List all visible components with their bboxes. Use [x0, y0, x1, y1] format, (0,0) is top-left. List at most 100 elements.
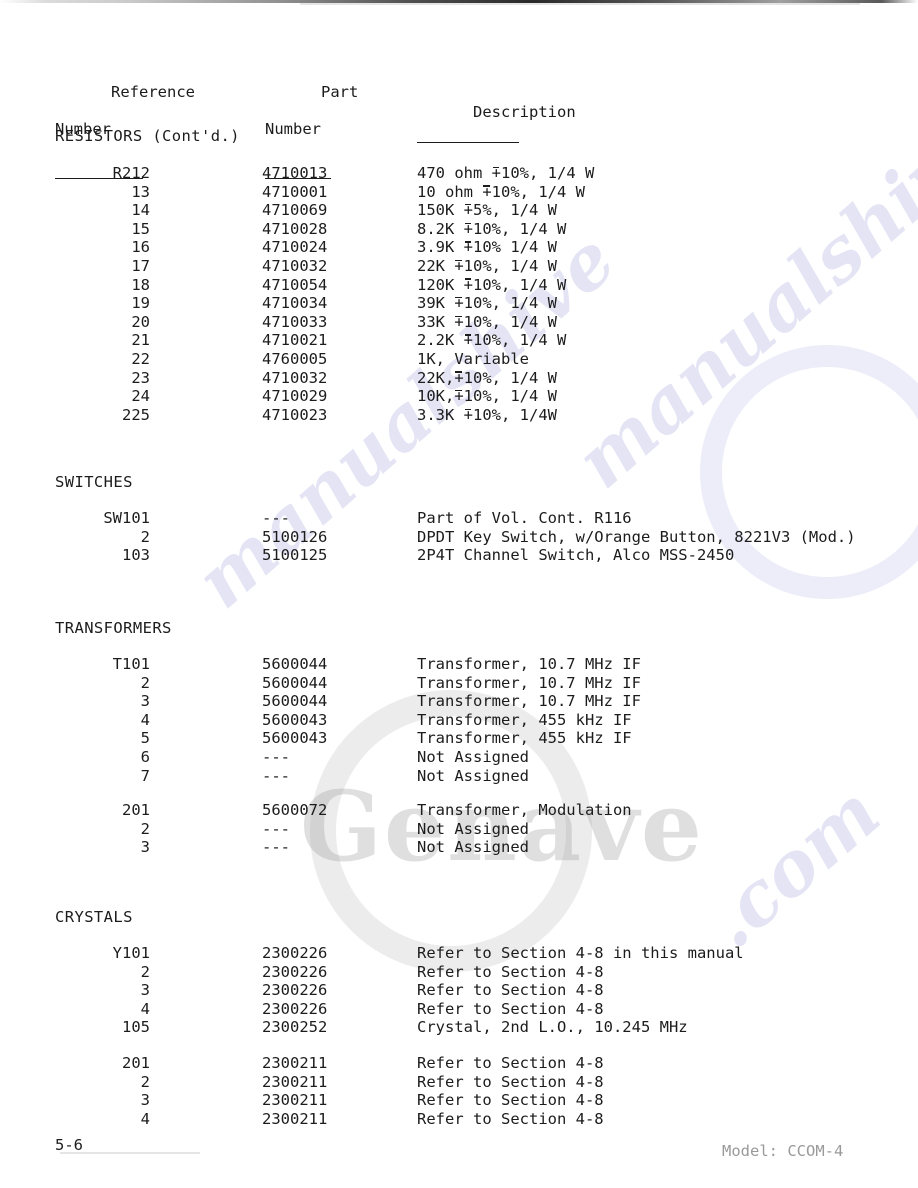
cell-reference-number: 17	[131, 257, 150, 275]
cell-part-number: 4710032	[262, 368, 328, 387]
cell-reference-number: 2	[140, 527, 150, 546]
description-text-leading: Not Assigned	[417, 819, 529, 838]
cell-part-number: 4710001	[262, 182, 328, 201]
description-text-leading: 2.2K	[417, 331, 464, 350]
cell-reference-number: SW101	[103, 509, 150, 527]
description-text-leading: 10K,	[417, 387, 455, 406]
cell-part-number: ---	[262, 509, 290, 527]
plus-minus-symbol: +	[463, 219, 474, 238]
cell-description: Not Assigned	[417, 767, 529, 786]
section-title: TRANSFORMERS	[55, 619, 172, 637]
description-text-leading: 39K	[417, 294, 455, 313]
cell-reference-number: 14	[131, 201, 150, 220]
cell-description: Not Assigned	[417, 820, 529, 839]
cell-part-number: 5100126	[262, 527, 328, 546]
table-row: 13 4710001 10 ohm +10%, 1/4 W	[0, 183, 918, 202]
description-text-leading: 22K	[417, 257, 455, 275]
description-text-leading: Refer to Section 4-8	[417, 981, 604, 1000]
description-text-trailing: 10%, 1/4 W	[463, 387, 557, 406]
description-text-leading: 1K, Variable	[417, 350, 529, 368]
cell-part-number: 4710032	[262, 257, 328, 275]
scanned-page: Genave manualshive manualshive .com Refe…	[0, 0, 918, 1188]
cell-reference-number: R212	[112, 164, 150, 182]
cell-reference-number: 3	[140, 981, 150, 1000]
table-row: 24 4710029 10K,+10%, 1/4 W	[0, 387, 918, 406]
description-text-leading: Transformer, 455 kHz IF	[417, 710, 632, 729]
cell-reference-number: T101	[112, 655, 150, 673]
table-row: 4 2300226 Refer to Section 4-8	[0, 1000, 918, 1019]
plus-minus-symbol: +	[463, 331, 474, 350]
table-row: 15 4710028 8.2K +10%, 1/4 W	[0, 220, 918, 239]
cell-part-number: 5600044	[262, 692, 328, 711]
description-text-leading: 2P4T Channel Switch, Alco MSS-2450	[417, 546, 735, 565]
description-text-leading: Transformer, 10.7 MHz IF	[417, 673, 641, 692]
plus-minus-symbol: +	[454, 312, 464, 331]
cell-description: Refer to Section 4-8 in this manual	[417, 944, 744, 963]
cell-part-number: 5600043	[262, 710, 328, 729]
cell-part-number: 4710069	[262, 201, 328, 220]
description-text-trailing: 5%, 1/4 W	[473, 201, 558, 220]
cell-description: DPDT Key Switch, w/Orange Button, 8221V3…	[417, 528, 856, 547]
table-row: 105 2300252 Crystal, 2nd L.O., 10.245 MHz	[0, 1018, 918, 1037]
plus-minus-symbol: +	[454, 294, 464, 313]
cell-description: 8.2K +10%, 1/4 W	[417, 220, 566, 239]
cell-part-number: 4710054	[262, 275, 328, 294]
cell-part-number: 4760005	[262, 350, 328, 368]
description-text-leading: Part of Vol. Cont. R116	[417, 509, 632, 527]
cell-description: Refer to Section 4-8	[417, 1000, 604, 1019]
table-row: 5 5600043 Transformer, 455 kHz IF	[0, 729, 918, 748]
plus-minus-symbol: +	[463, 201, 474, 220]
description-text-leading: DPDT Key Switch, w/Orange Button, 8221V3…	[417, 527, 856, 546]
parts-list-sheet: Reference Number Part Number Description…	[0, 0, 918, 1188]
cell-part-number: 4710023	[262, 405, 328, 424]
cell-description: 150K +5%, 1/4 W	[417, 201, 557, 220]
cell-reference-number: 16	[131, 238, 150, 257]
cell-description: Crystal, 2nd L.O., 10.245 MHz	[417, 1018, 688, 1037]
cell-part-number: 5100125	[262, 546, 328, 565]
table-row: 22 4760005 1K, Variable	[0, 350, 918, 369]
table-row: 16 4710024 3.9K +10% 1/4 W	[0, 238, 918, 257]
cell-part-number: 2300211	[262, 1091, 328, 1110]
cell-description: 10K,+10%, 1/4 W	[417, 387, 557, 406]
cell-reference-number: 3	[140, 692, 150, 711]
column-header-description-underline	[417, 141, 519, 144]
footer-page-number: 5-6	[55, 1136, 83, 1154]
plus-minus-symbol: +	[454, 257, 464, 275]
description-text-leading: Not Assigned	[417, 748, 529, 766]
cell-reference-number: 2	[140, 962, 150, 981]
cell-part-number: 5600044	[262, 655, 328, 673]
section-title: RESISTORS (Cont'd.)	[55, 127, 240, 145]
description-text-trailing: 10% 1/4 W	[473, 238, 558, 257]
cell-reference-number: 103	[122, 546, 150, 565]
cell-reference-number: 2	[140, 819, 150, 838]
cell-part-number: 4710021	[262, 331, 328, 350]
description-text-leading: Refer to Section 4-8	[417, 962, 604, 981]
cell-reference-number: 3	[140, 1091, 150, 1110]
cell-part-number: ---	[262, 748, 290, 766]
description-text-trailing: 10%, 1/4 W	[463, 294, 557, 313]
cell-reference-number: 15	[131, 219, 150, 238]
cell-part-number: 2300226	[262, 999, 328, 1018]
cell-description: Refer to Section 4-8	[417, 981, 604, 1000]
cell-description: 3.3K +10%, 1/4W	[417, 406, 557, 425]
cell-description: 22K +10%, 1/4 W	[417, 257, 557, 276]
description-text-leading: 150K	[417, 201, 464, 220]
description-text-trailing: 10%, 1/4 W	[473, 219, 567, 238]
column-header-part-line1: Part	[321, 82, 359, 101]
cell-reference-number: 105	[122, 1018, 150, 1037]
description-text-trailing: 10%, 1/4W	[473, 405, 558, 424]
cell-description: Refer to Section 4-8	[417, 1054, 604, 1073]
cell-part-number: 4710033	[262, 312, 328, 331]
description-text-leading: 22K,	[417, 368, 455, 387]
table-row: 3 2300226 Refer to Section 4-8	[0, 981, 918, 1000]
table-row: SW101 --- Part of Vol. Cont. R116	[0, 509, 918, 528]
cell-description: 3.9K +10% 1/4 W	[417, 238, 557, 257]
cell-part-number: 4710013	[262, 164, 328, 182]
table-row: 7 --- Not Assigned	[0, 767, 918, 786]
description-text-leading: 33K	[417, 312, 455, 331]
cell-reference-number: 6	[140, 748, 150, 766]
description-text-leading: 120K	[417, 275, 464, 294]
cell-reference-number: 7	[140, 766, 150, 785]
plus-minus-symbol: +	[491, 164, 501, 182]
cell-reference-number: 5	[140, 729, 150, 748]
